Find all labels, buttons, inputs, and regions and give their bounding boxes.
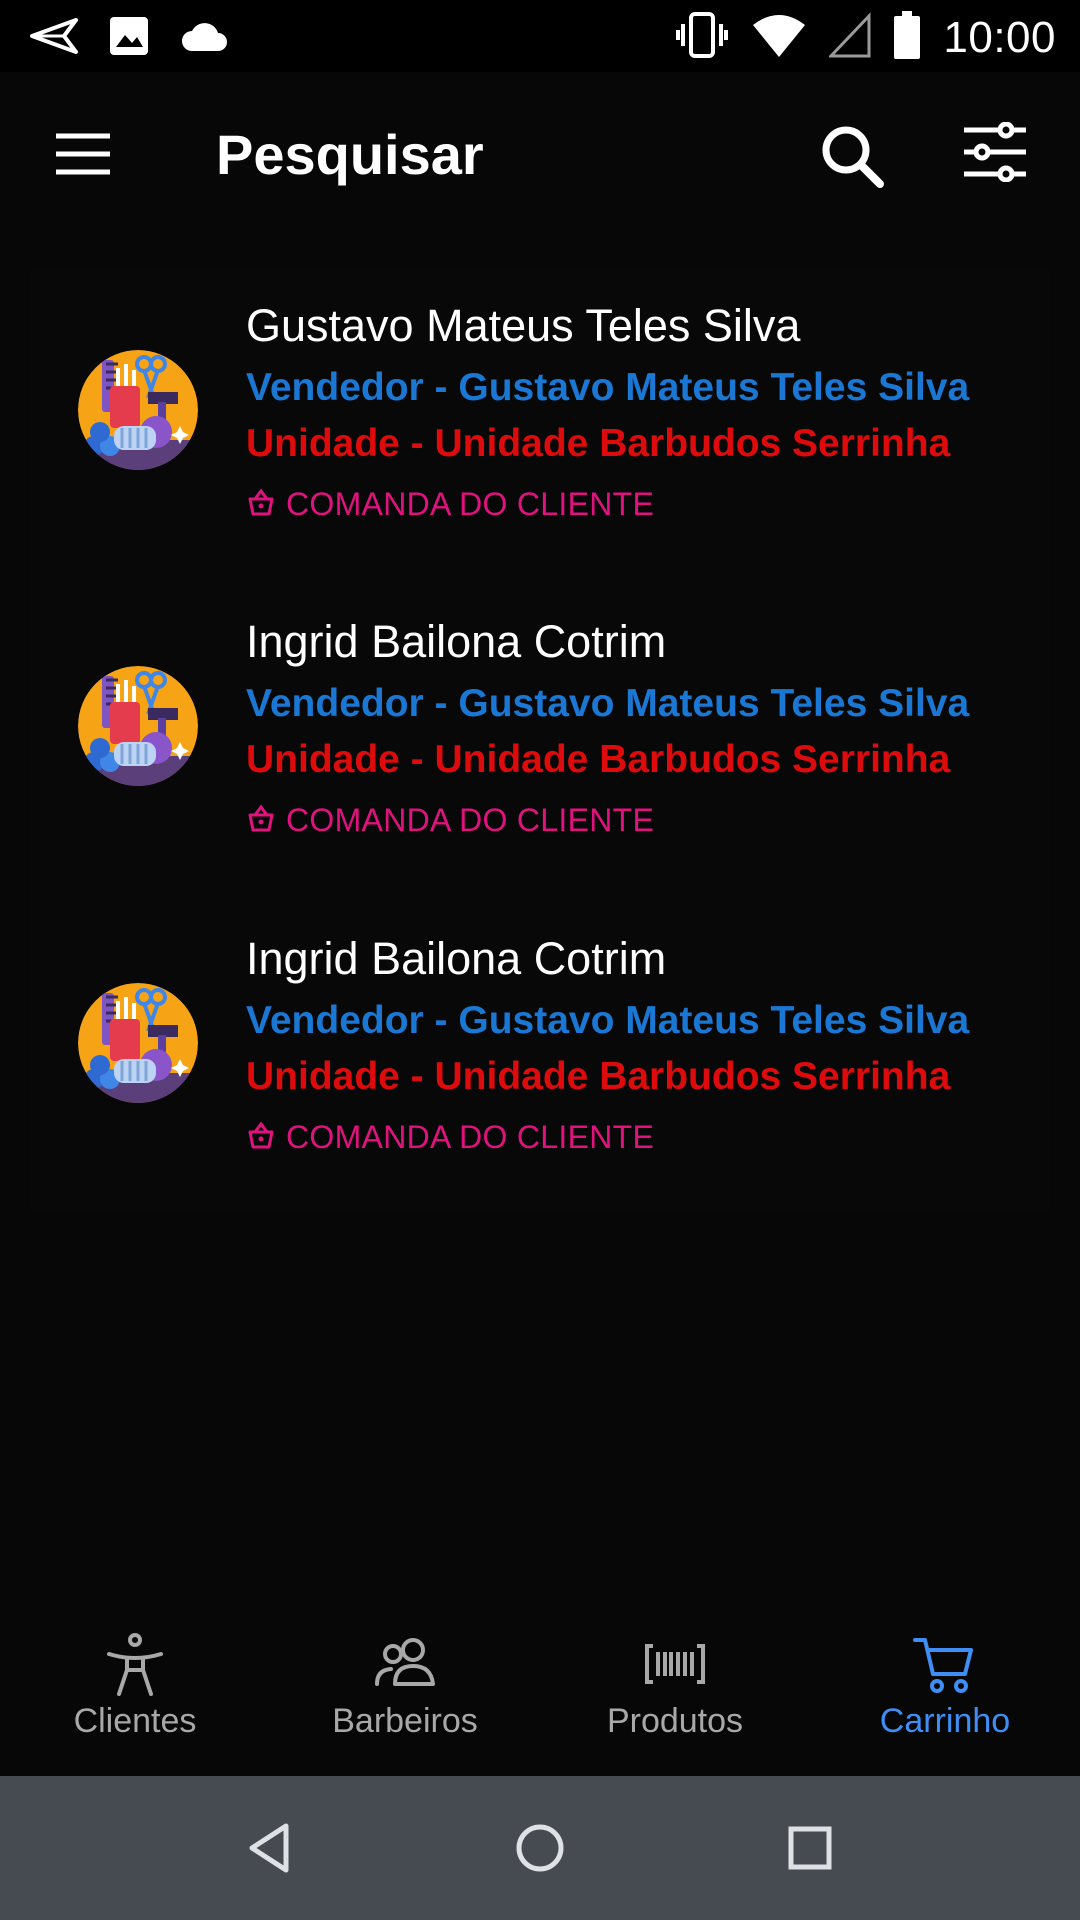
list-item[interactable]: Gustavo Mateus Teles Silva Vendedor - Gu… (30, 270, 1050, 570)
barber-tools-icon (78, 666, 198, 786)
tab-clientes[interactable]: Clientes (0, 1608, 270, 1776)
home-button[interactable] (510, 1818, 570, 1878)
back-icon (240, 1823, 300, 1882)
signal-icon (827, 12, 871, 63)
seller-text: Vendedor - Gustavo Mateus Teles Silva (246, 366, 970, 409)
comanda-label: COMANDA DO CLIENTE (286, 802, 655, 838)
home-icon (510, 1824, 570, 1882)
client-name: Ingrid Bailona Cotrim (246, 616, 667, 667)
back-button[interactable] (240, 1818, 300, 1878)
basket-icon (246, 1121, 276, 1154)
recents-icon (780, 1826, 840, 1882)
avatar (78, 350, 198, 470)
basket-icon (246, 488, 276, 521)
person-icon (103, 1632, 167, 1696)
vibrate-icon (675, 8, 729, 67)
client-name: Gustavo Mateus Teles Silva (246, 300, 801, 351)
seller-text: Vendedor - Gustavo Mateus Teles Silva (246, 999, 970, 1042)
app-bar: Pesquisar (0, 72, 1080, 240)
unit-text: Unidade - Unidade Barbudos Serrinha (246, 422, 951, 465)
recents-button[interactable] (780, 1818, 840, 1878)
barcode-icon (643, 1632, 707, 1696)
basket-icon (246, 804, 276, 837)
tab-label: Carrinho (879, 1702, 1011, 1740)
comanda-tag: COMANDA DO CLIENTE (246, 1119, 654, 1156)
filter-button[interactable] (962, 121, 1028, 183)
filter-icon (962, 121, 1028, 186)
avatar (78, 983, 198, 1103)
image-icon (108, 15, 150, 62)
system-nav-bar (0, 1776, 1080, 1920)
tab-label: Produtos (606, 1702, 744, 1740)
bottom-nav: Clientes Barbeiros Produtos Carrinho (0, 1608, 1080, 1776)
barber-tools-icon (78, 983, 198, 1103)
unit-text: Unidade - Unidade Barbudos Serrinha (246, 738, 951, 781)
tab-barbeiros[interactable]: Barbeiros (270, 1608, 540, 1776)
send-icon (28, 14, 78, 63)
tab-carrinho[interactable]: Carrinho (810, 1608, 1080, 1776)
menu-icon (54, 133, 112, 180)
comanda-tag: COMANDA DO CLIENTE (246, 486, 654, 523)
wifi-icon (751, 11, 807, 64)
avatar (78, 666, 198, 786)
page-title: Pesquisar (216, 123, 484, 186)
search-icon (820, 126, 884, 192)
unit-text: Unidade - Unidade Barbudos Serrinha (246, 1055, 951, 1098)
comanda-tag: COMANDA DO CLIENTE (246, 802, 654, 839)
clock: 10:00 (943, 12, 1056, 62)
barber-tools-icon (78, 350, 198, 470)
client-name: Ingrid Bailona Cotrim (246, 933, 667, 984)
battery-icon (893, 10, 921, 65)
comanda-label: COMANDA DO CLIENTE (286, 1119, 655, 1155)
client-list: Gustavo Mateus Teles Silva Vendedor - Gu… (30, 270, 1050, 1210)
list-item[interactable]: Ingrid Bailona Cotrim Vendedor - Gustavo… (30, 586, 1050, 886)
menu-button[interactable] (54, 132, 112, 176)
tab-produtos[interactable]: Produtos (540, 1608, 810, 1776)
tab-label: Clientes (73, 1702, 197, 1740)
seller-text: Vendedor - Gustavo Mateus Teles Silva (246, 682, 970, 725)
search-button[interactable] (820, 124, 884, 188)
cart-icon (913, 1632, 977, 1696)
status-bar: 10:00 (0, 0, 1080, 72)
comanda-label: COMANDA DO CLIENTE (286, 486, 655, 522)
list-item[interactable]: Ingrid Bailona Cotrim Vendedor - Gustavo… (30, 903, 1050, 1203)
tab-label: Barbeiros (332, 1702, 478, 1740)
cloud-icon (180, 19, 228, 58)
people-icon (373, 1632, 437, 1696)
